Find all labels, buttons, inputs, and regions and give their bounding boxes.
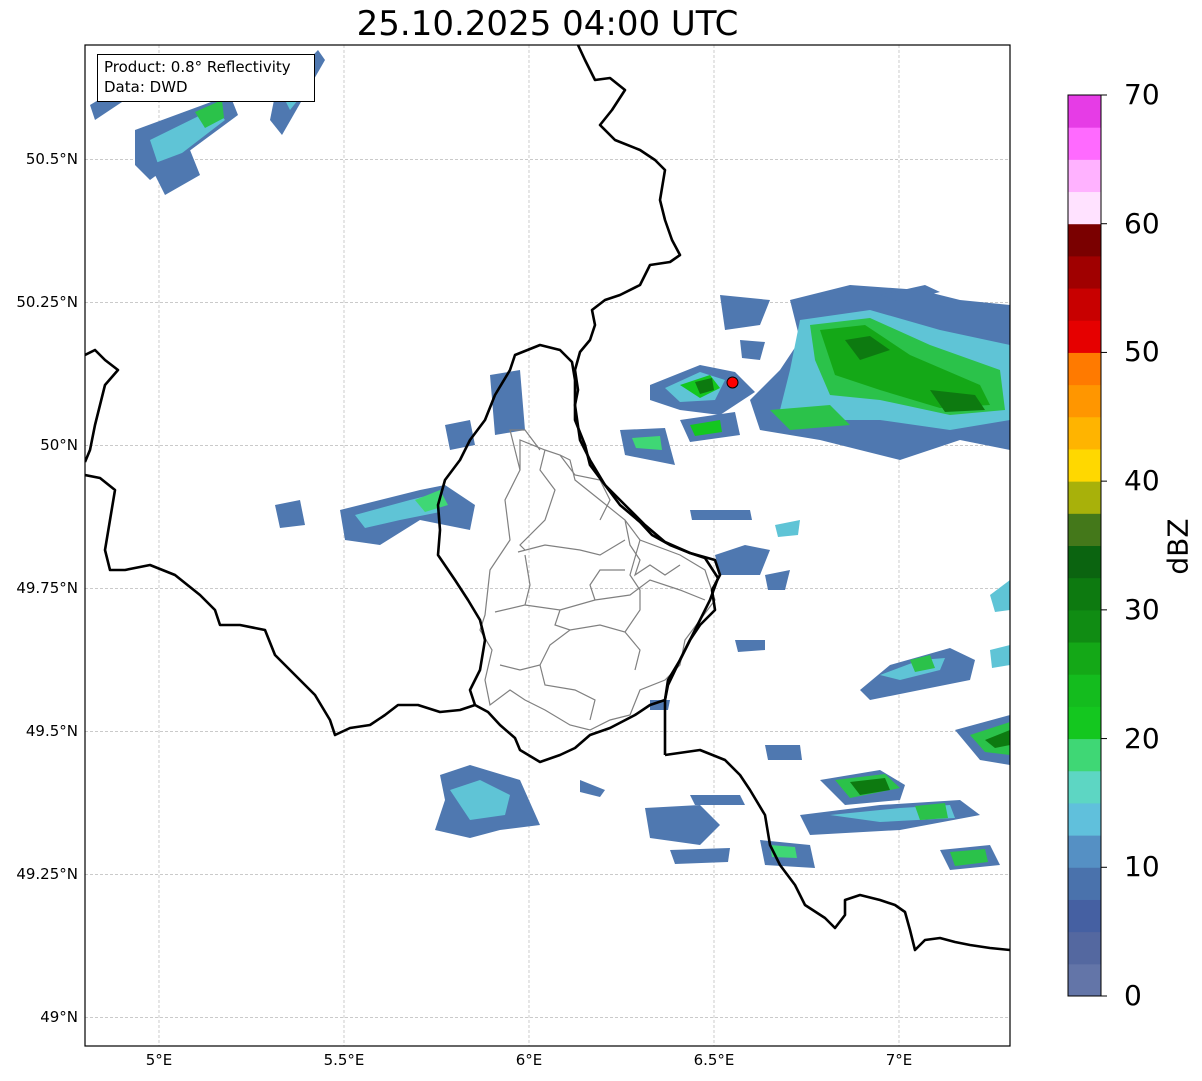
colorbar-segment — [1068, 448, 1101, 482]
colorbar-segment — [1068, 513, 1101, 546]
y-tick-label: 49°N — [40, 1008, 78, 1027]
colorbar-segment — [1068, 159, 1101, 193]
colorbar-segment — [1068, 416, 1101, 450]
colorbar-segment — [1068, 384, 1101, 418]
x-tick-label: 7°E — [885, 1051, 913, 1069]
x-tick-label: 6°E — [515, 1051, 543, 1069]
colorbar-segment — [1068, 545, 1101, 579]
colorbar-tick-label: 10 — [1124, 850, 1160, 884]
colorbar-segment — [1068, 95, 1101, 128]
x-tick-label: 5°E — [145, 1051, 173, 1069]
colorbar-segment — [1068, 577, 1101, 611]
colorbar-tick-label: 50 — [1124, 335, 1160, 369]
radar-site-marker — [726, 376, 739, 389]
colorbar-segment — [1068, 288, 1101, 321]
echo-cluster-west — [275, 370, 525, 545]
colorbar-segment — [1068, 352, 1101, 386]
colorbar-segment — [1068, 127, 1101, 160]
colorbar-segment — [1068, 191, 1101, 225]
product-info-box: Product: 0.8° Reflectivity Data: DWD — [97, 54, 315, 102]
colorbar-segment — [1068, 770, 1101, 804]
colorbar-segment — [1068, 642, 1101, 675]
colorbar-segment — [1068, 835, 1101, 868]
y-tick-label: 49.5°N — [25, 722, 78, 741]
colorbar-tick-label: 40 — [1124, 464, 1160, 498]
colorbar-segment — [1068, 867, 1101, 900]
y-tick-label: 50°N — [40, 436, 78, 455]
reflectivity-echoes — [90, 50, 1010, 870]
y-tick-label: 49.25°N — [16, 865, 78, 884]
y-tick-label: 50.5°N — [25, 150, 78, 169]
echo-cluster-southeast — [735, 580, 1010, 870]
colorbar-segment — [1068, 931, 1101, 965]
colorbar-segment — [1068, 963, 1101, 997]
colorbar-segment — [1068, 223, 1101, 257]
map-figure — [84, 44, 1107, 1047]
colorbar-segment — [1068, 899, 1101, 933]
colorbar-tick-label: 60 — [1124, 206, 1160, 240]
colorbar-segment — [1068, 738, 1101, 772]
colorbar-segment — [1068, 609, 1101, 643]
colorbar — [1067, 94, 1107, 997]
colorbar-segment — [1068, 674, 1101, 707]
colorbar-segment — [1068, 802, 1101, 836]
echo-cluster-south — [435, 510, 800, 864]
colorbar-segment — [1068, 320, 1101, 353]
data-source-label: Data: DWD — [104, 78, 188, 96]
colorbar-tick-label: 30 — [1124, 592, 1160, 626]
echo-cluster-central — [620, 295, 770, 465]
colorbar-tick-label: 0 — [1124, 979, 1142, 1012]
x-tick-label: 5.5°E — [323, 1051, 365, 1069]
colorbar-tick-label: 20 — [1124, 721, 1160, 755]
x-tick-label: 6.5°E — [693, 1051, 735, 1069]
product-label: Product: 0.8° Reflectivity — [104, 58, 291, 76]
colorbar-tick-label: 70 — [1124, 78, 1160, 111]
y-tick-label: 50.25°N — [16, 293, 78, 312]
colorbar-label: dBZ — [1161, 518, 1195, 575]
colorbar-segment — [1068, 706, 1101, 740]
colorbar-segment — [1068, 481, 1101, 514]
colorbar-segment — [1068, 255, 1101, 289]
y-tick-label: 49.75°N — [16, 579, 78, 598]
echo-cluster-northeast — [750, 285, 1010, 460]
